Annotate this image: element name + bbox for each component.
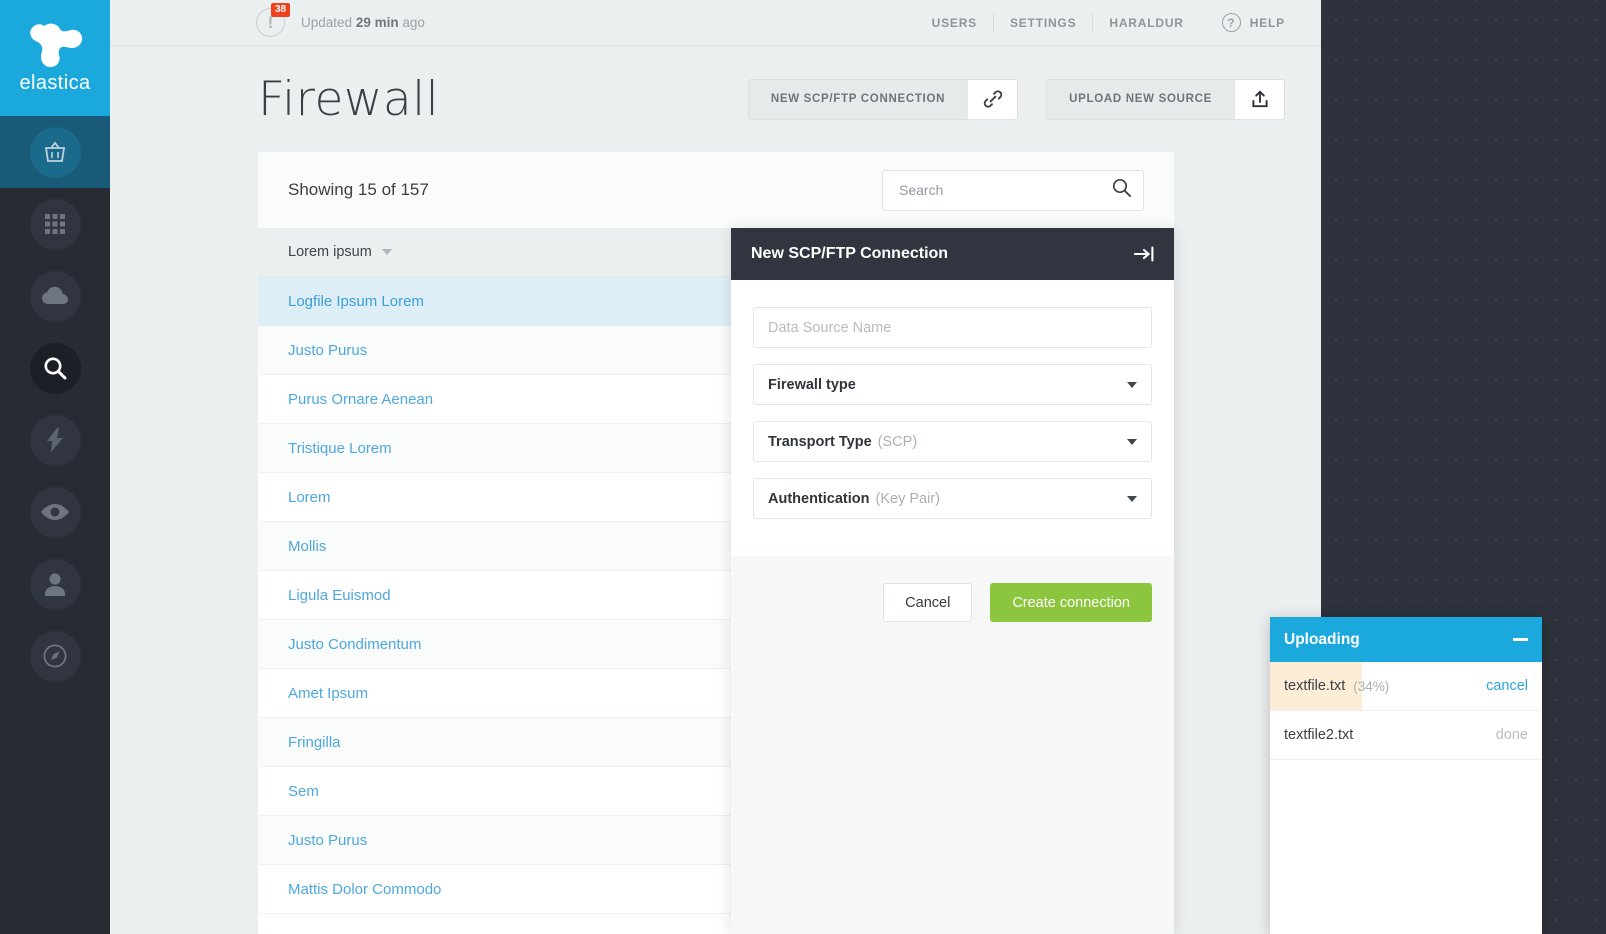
nav-users[interactable]: USERS [916, 16, 993, 30]
updated-prefix: Updated [301, 15, 352, 30]
upload-cancel-action[interactable]: cancel [1486, 678, 1528, 694]
table-row-name[interactable]: Mattis Dolor Commodo [288, 881, 441, 898]
data-source-name-input[interactable] [768, 320, 1137, 336]
upload-file-name: textfile2.txt [1284, 727, 1353, 743]
brand-logo[interactable]: elastica [0, 0, 110, 116]
brand-name: elastica [19, 72, 90, 95]
nav-help[interactable]: ? HELP [1222, 13, 1285, 32]
grid-icon [30, 199, 81, 250]
upload-item: textfile.txt (34%) cancel [1270, 662, 1542, 711]
authentication-label: Authentication [768, 491, 870, 507]
updated-text: Updated 29 min ago [301, 15, 425, 30]
transport-type-label: Transport Type [768, 434, 872, 450]
nav-account[interactable]: HARALDUR [1093, 16, 1199, 30]
table-row-name[interactable]: Justo Purus [288, 832, 367, 849]
upload-percent: (34%) [1353, 679, 1389, 694]
alert-count-badge: 38 [271, 3, 290, 17]
cancel-button[interactable]: Cancel [883, 583, 972, 622]
sidebar-item-activity[interactable] [0, 404, 110, 476]
new-scp-ftp-connection-button[interactable]: NEW SCP/FTP CONNECTION [748, 79, 1018, 120]
create-connection-button[interactable]: Create connection [990, 583, 1152, 622]
sidebar-item-search[interactable] [0, 332, 110, 404]
modal-header: New SCP/FTP Connection [731, 228, 1174, 280]
elastica-mark-icon [27, 22, 83, 68]
authentication-select[interactable]: Authentication (Key Pair) [753, 478, 1152, 519]
table-row-name[interactable]: Justo Purus [288, 342, 367, 359]
modal-body: Firewall type Transport Type (SCP) Authe… [731, 280, 1174, 535]
sidebar-item-basket[interactable] [0, 116, 110, 188]
sidebar-item-explore[interactable] [0, 620, 110, 692]
modal-title: New SCP/FTP Connection [751, 245, 948, 263]
sidebar-item-cloud[interactable] [0, 260, 110, 332]
upload-panel-title: Uploading [1284, 631, 1360, 649]
firewall-type-select[interactable]: Firewall type [753, 364, 1152, 405]
table-row-name[interactable]: Tristique Lorem [288, 440, 392, 457]
search-icon [30, 343, 81, 394]
data-source-name-field[interactable] [753, 307, 1152, 348]
upload-source-label: UPLOAD NEW SOURCE [1047, 80, 1234, 119]
search-box[interactable] [882, 170, 1144, 211]
upload-panel-header: Uploading [1270, 617, 1542, 662]
minimize-icon[interactable] [1513, 638, 1528, 641]
table-row-name[interactable]: Sem [288, 783, 319, 800]
help-icon: ? [1222, 13, 1241, 32]
chevron-down-icon [1127, 496, 1137, 502]
table-row-name[interactable]: Amet Ipsum [288, 685, 368, 702]
updated-value: 29 min [356, 15, 399, 30]
top-bar: ! 38 Updated 29 min ago USERS SETTINGS H… [110, 0, 1321, 46]
chevron-down-icon [1127, 439, 1137, 445]
chevron-down-icon [1127, 382, 1137, 388]
nav-settings[interactable]: SETTINGS [994, 16, 1092, 30]
table-row-name[interactable]: Purus Ornare Aenean [288, 391, 433, 408]
bolt-icon [30, 415, 81, 466]
upload-new-source-button[interactable]: UPLOAD NEW SOURCE [1046, 79, 1285, 120]
table-row-name[interactable]: Ligula Euismod [288, 587, 391, 604]
firewall-type-label: Firewall type [768, 377, 856, 393]
search-input[interactable] [899, 182, 1112, 198]
page-header: Firewall NEW SCP/FTP CONNECTION UPLOAD N… [110, 46, 1321, 152]
sidebar-item-apps[interactable] [0, 188, 110, 260]
column-header-name-label: Lorem ipsum [288, 244, 372, 260]
basket-icon [30, 127, 81, 178]
transport-type-select[interactable]: Transport Type (SCP) [753, 421, 1152, 462]
authentication-value: (Key Pair) [876, 491, 940, 507]
sidebar: elastica [0, 0, 110, 934]
upload-item: textfile2.txt done [1270, 711, 1542, 760]
cloud-icon [30, 271, 81, 322]
card-toolbar: Showing 15 of 157 [258, 152, 1174, 228]
update-status: ! 38 Updated 29 min ago [256, 8, 425, 38]
sidebar-item-users[interactable] [0, 548, 110, 620]
table-row-name[interactable]: Justo Condimentum [288, 636, 421, 653]
column-header-name[interactable]: Lorem ipsum [288, 244, 392, 260]
table-row-name[interactable]: Mollis [288, 538, 326, 555]
new-connection-modal: New SCP/FTP Connection Firewall type Tra… [731, 228, 1174, 934]
table-row-name[interactable]: Lorem [288, 489, 331, 506]
nav-help-label: HELP [1250, 16, 1285, 30]
table-row-name[interactable]: Logfile Ipsum Lorem [288, 293, 424, 310]
header-actions: NEW SCP/FTP CONNECTION UPLOAD NEW SOURCE [748, 79, 1285, 120]
eye-icon [30, 487, 81, 538]
search-icon[interactable] [1112, 178, 1131, 202]
upload-panel: Uploading textfile.txt(34%)canceltextfil… [1270, 617, 1542, 934]
sidebar-item-monitor[interactable] [0, 476, 110, 548]
table-row-name[interactable]: Fringilla [288, 734, 341, 751]
user-icon [30, 559, 81, 610]
modal-footer: Cancel Create connection [731, 556, 1174, 934]
updated-suffix: ago [402, 15, 425, 30]
link-icon [967, 80, 1017, 119]
chevron-down-icon [382, 249, 392, 255]
top-nav: USERS SETTINGS HARALDUR ? HELP [916, 13, 1285, 33]
alerts-button[interactable]: ! 38 [256, 8, 286, 38]
page-title: Firewall [258, 76, 439, 123]
transport-type-value: (SCP) [878, 434, 917, 450]
upload-file-name: textfile.txt [1284, 678, 1345, 694]
upload-done-action: done [1496, 727, 1528, 743]
upload-icon [1234, 80, 1284, 119]
new-connection-label: NEW SCP/FTP CONNECTION [749, 80, 967, 119]
arrow-right-icon[interactable] [1134, 246, 1154, 262]
showing-count: Showing 15 of 157 [288, 180, 429, 200]
compass-icon [30, 631, 81, 682]
upload-list: textfile.txt (34%) cancel textfile2.txt done [1270, 662, 1542, 760]
